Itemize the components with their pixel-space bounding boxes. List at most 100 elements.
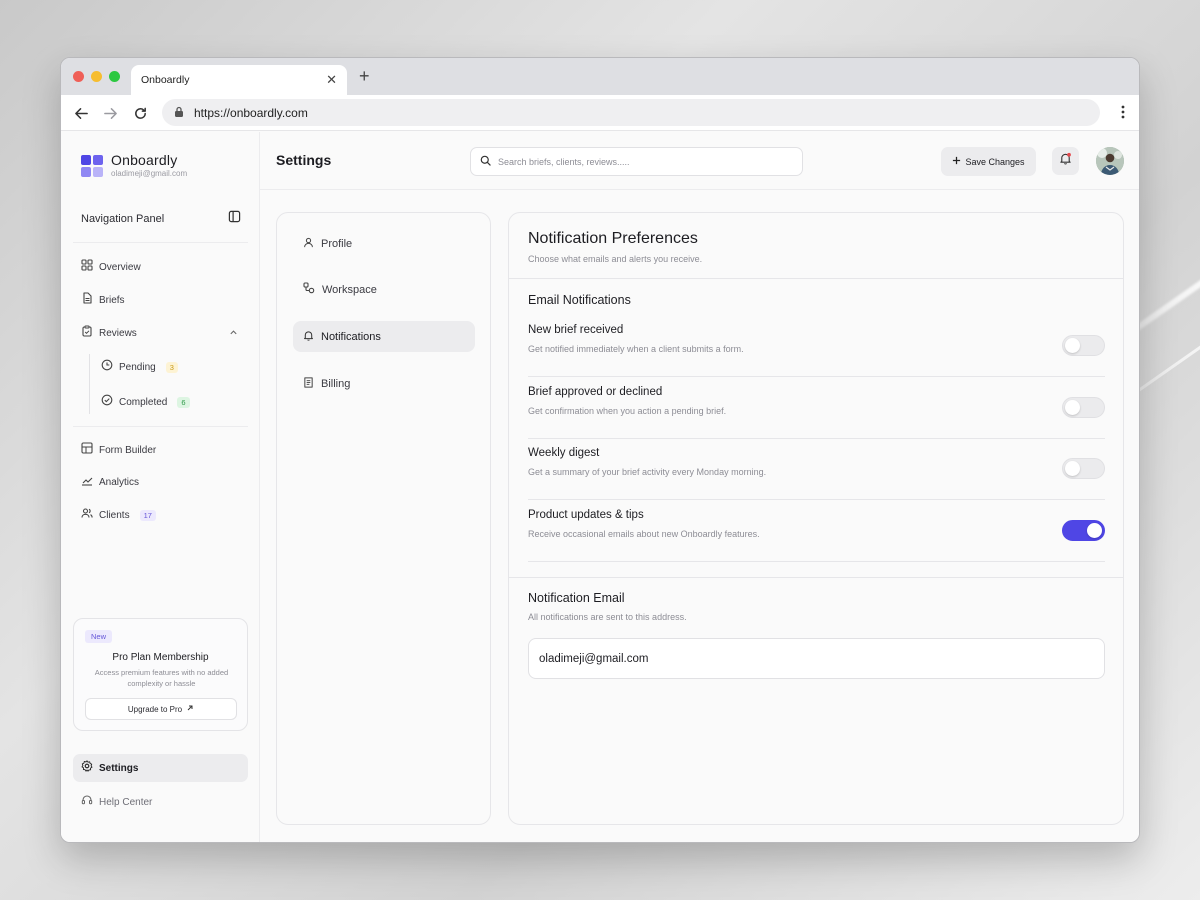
close-tab-icon[interactable]: ✕ bbox=[326, 72, 337, 88]
sidebar-item-reviews[interactable]: Reviews bbox=[73, 319, 248, 347]
avatar[interactable] bbox=[1096, 147, 1124, 175]
notifications-button[interactable] bbox=[1052, 147, 1079, 175]
preference-description: Get confirmation when you action a pendi… bbox=[528, 406, 727, 416]
sidebar-item-label: Settings bbox=[99, 762, 139, 774]
sidebar-item-label: Overview bbox=[99, 261, 141, 273]
sidebar-item-label: Pending bbox=[119, 361, 156, 373]
notification-preferences-panel: Notification Preferences Choose what ema… bbox=[508, 212, 1124, 825]
chart-icon bbox=[81, 473, 93, 491]
sidebar-item-completed[interactable]: Completed 6 bbox=[93, 388, 248, 416]
settings-tab-label: Billing bbox=[321, 377, 351, 390]
preference-description: Get notified immediately when a client s… bbox=[528, 344, 744, 354]
search-icon bbox=[480, 153, 491, 171]
bell-icon bbox=[303, 328, 314, 346]
panel-divider bbox=[509, 278, 1123, 279]
panel-divider bbox=[509, 577, 1123, 578]
notification-email-field[interactable]: oladimeji@gmail.com bbox=[528, 638, 1105, 679]
workspace-icon bbox=[303, 281, 315, 299]
brand: Onboardly oladimeji@gmail.com bbox=[81, 152, 187, 178]
toggle-knob bbox=[1087, 523, 1102, 538]
notification-email-subtitle: All notifications are sent to this addre… bbox=[528, 612, 687, 622]
promo-description: Access premium features with no added co… bbox=[94, 668, 229, 688]
browser-toolbar: https://onboardly.com bbox=[61, 95, 1139, 131]
lock-icon bbox=[174, 104, 184, 122]
new-badge: New bbox=[85, 630, 113, 643]
tab-title: Onboardly bbox=[141, 74, 190, 86]
chevron-up-icon[interactable] bbox=[229, 324, 238, 342]
navigation-panel-label: Navigation Panel bbox=[81, 213, 165, 225]
user-icon bbox=[303, 235, 314, 253]
brand-email: oladimeji@gmail.com bbox=[111, 169, 188, 178]
save-changes-label: Save Changes bbox=[965, 156, 1025, 167]
sidebar: Onboardly oladimeji@gmail.com Navigation… bbox=[61, 132, 260, 842]
preference-description: Get a summary of your brief activity eve… bbox=[528, 467, 767, 477]
upgrade-promo-card: New Pro Plan Membership Access premium f… bbox=[73, 618, 248, 731]
save-changes-button[interactable]: Save Changes bbox=[941, 147, 1036, 176]
sidebar-toggle-icon[interactable] bbox=[228, 210, 241, 228]
upgrade-button-label: Upgrade to Pro bbox=[127, 704, 183, 714]
sidebar-item-label: Briefs bbox=[99, 294, 125, 306]
settings-tab-billing[interactable]: Billing bbox=[293, 368, 475, 399]
brand-logo bbox=[81, 155, 103, 177]
close-window-button[interactable] bbox=[73, 71, 84, 82]
browser-window: Onboardly ✕ + https://onboardly.com Onbo… bbox=[60, 57, 1140, 843]
browser-tab[interactable]: Onboardly ✕ bbox=[131, 65, 347, 95]
product-updates-toggle[interactable] bbox=[1062, 520, 1105, 541]
sidebar-item-settings[interactable]: Settings bbox=[73, 754, 248, 782]
sidebar-item-help-center[interactable]: Help Center bbox=[73, 788, 248, 816]
settings-tab-label: Workspace bbox=[322, 283, 377, 296]
sidebar-divider bbox=[73, 242, 248, 243]
sidebar-item-analytics[interactable]: Analytics bbox=[73, 468, 248, 496]
grid-icon bbox=[81, 258, 93, 276]
toggle-knob bbox=[1065, 461, 1080, 476]
new-brief-toggle[interactable] bbox=[1062, 335, 1105, 356]
top-bar: Settings Search briefs, clients, reviews… bbox=[260, 132, 1139, 190]
reload-icon[interactable] bbox=[131, 104, 149, 122]
sidebar-item-overview[interactable]: Overview bbox=[73, 253, 248, 281]
browser-menu-icon[interactable] bbox=[1121, 105, 1125, 124]
back-icon[interactable] bbox=[72, 104, 90, 122]
clock-icon bbox=[101, 358, 113, 376]
sidebar-item-label: Clients bbox=[99, 509, 130, 521]
preference-description: Receive occasional emails about new Onbo… bbox=[528, 529, 760, 539]
minimize-window-button[interactable] bbox=[91, 71, 102, 82]
document-icon bbox=[81, 291, 93, 309]
pending-count-badge: 3 bbox=[165, 361, 178, 373]
settings-tab-profile[interactable]: Profile bbox=[293, 228, 475, 259]
settings-tab-label: Notifications bbox=[321, 330, 381, 343]
sidebar-item-pending[interactable]: Pending 3 bbox=[93, 353, 248, 381]
settings-tab-notifications[interactable]: Notifications bbox=[293, 321, 475, 352]
new-tab-button[interactable]: + bbox=[359, 67, 370, 85]
preference-row: New brief received Get notified immediat… bbox=[528, 315, 1105, 377]
tab-strip: Onboardly ✕ + bbox=[61, 58, 1139, 95]
forward-icon[interactable] bbox=[101, 104, 119, 122]
maximize-window-button[interactable] bbox=[109, 71, 120, 82]
navigation-panel-header: Navigation Panel bbox=[81, 210, 241, 228]
sidebar-item-label: Completed bbox=[119, 396, 168, 408]
preference-label: Brief approved or declined bbox=[528, 386, 663, 398]
plus-icon bbox=[952, 156, 961, 167]
panel-title: Notification Preferences bbox=[528, 230, 698, 247]
settings-tab-label: Profile bbox=[321, 237, 353, 250]
preference-row: Brief approved or declined Get confirmat… bbox=[528, 377, 1105, 439]
brand-name: Onboardly bbox=[111, 152, 178, 168]
preference-row: Product updates & tips Receive occasiona… bbox=[528, 500, 1105, 562]
search-input[interactable]: Search briefs, clients, reviews..... bbox=[470, 147, 803, 176]
sidebar-item-form-builder[interactable]: Form Builder bbox=[73, 436, 248, 464]
sidebar-item-label: Analytics bbox=[99, 476, 140, 488]
brief-decision-toggle[interactable] bbox=[1062, 397, 1105, 418]
settings-tab-workspace[interactable]: Workspace bbox=[293, 274, 475, 305]
weekly-digest-toggle[interactable] bbox=[1062, 458, 1105, 479]
upgrade-button[interactable]: Upgrade to Pro bbox=[85, 698, 237, 720]
headset-icon bbox=[81, 793, 93, 811]
address-bar[interactable]: https://onboardly.com bbox=[162, 99, 1100, 126]
sidebar-item-briefs[interactable]: Briefs bbox=[73, 286, 248, 314]
sidebar-item-clients[interactable]: Clients 17 bbox=[73, 501, 248, 529]
settings-nav: Profile Workspace Notifications Billing bbox=[276, 212, 491, 825]
preference-label: New brief received bbox=[528, 324, 624, 336]
clients-count-badge: 17 bbox=[139, 509, 156, 521]
toggle-knob bbox=[1065, 338, 1080, 353]
users-icon bbox=[81, 506, 93, 524]
completed-count-badge: 6 bbox=[177, 396, 190, 408]
app-root: Onboardly oladimeji@gmail.com Navigation… bbox=[61, 132, 1139, 842]
